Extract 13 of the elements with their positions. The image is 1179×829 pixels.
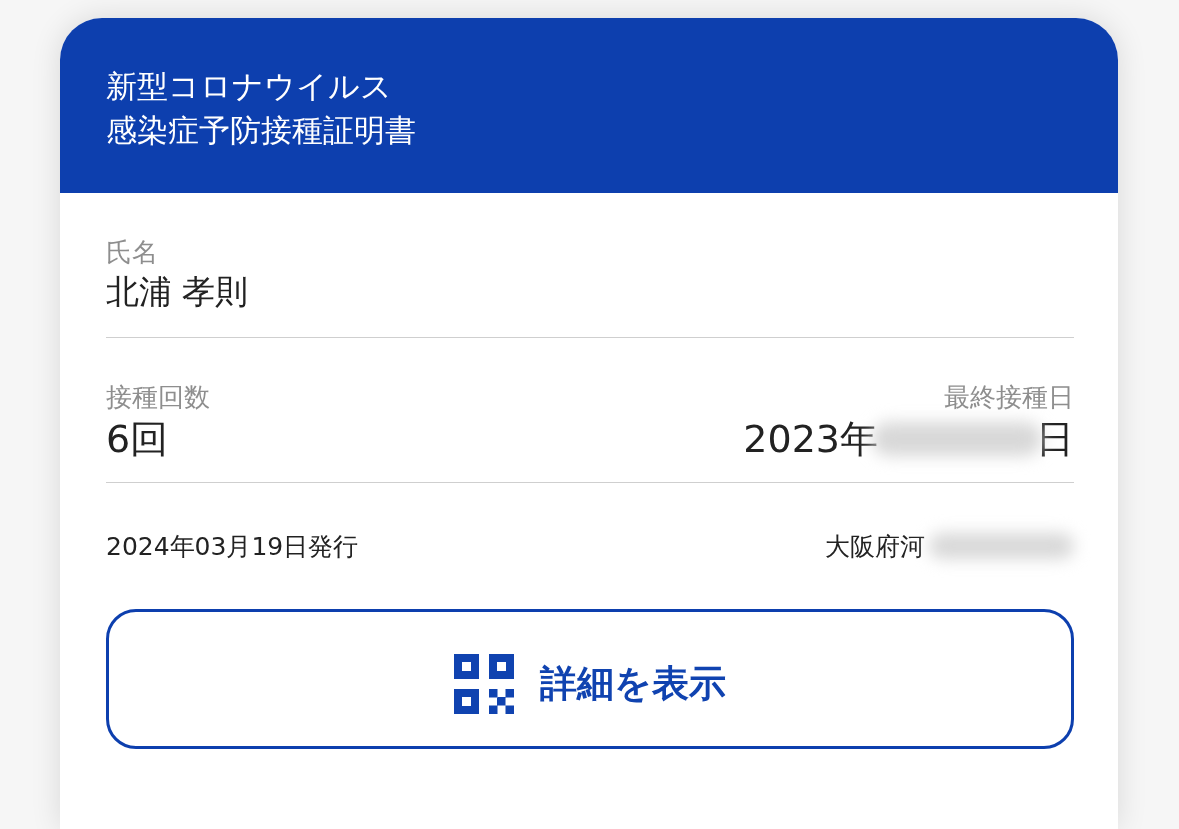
- field-label: 接種回数: [106, 381, 210, 414]
- field-label: 氏名: [106, 236, 159, 269]
- person-name: 北浦 孝則: [106, 271, 250, 313]
- certificate-title: 新型コロナウイルス: [106, 67, 393, 106]
- issue-date: 2024年03月19日発行: [106, 530, 359, 563]
- date-text: 2023年: [743, 416, 878, 463]
- certificate-title: 感染症予防接種証明書: [106, 111, 417, 150]
- date-text: 日: [1036, 416, 1074, 463]
- qr-code-icon: [454, 654, 514, 714]
- field-label: 最終接種日: [944, 381, 1074, 414]
- issuer-text: 大阪府河: [825, 530, 925, 563]
- dose-count: 6回: [106, 416, 170, 463]
- details-button[interactable]: 詳細を表示: [106, 609, 1074, 749]
